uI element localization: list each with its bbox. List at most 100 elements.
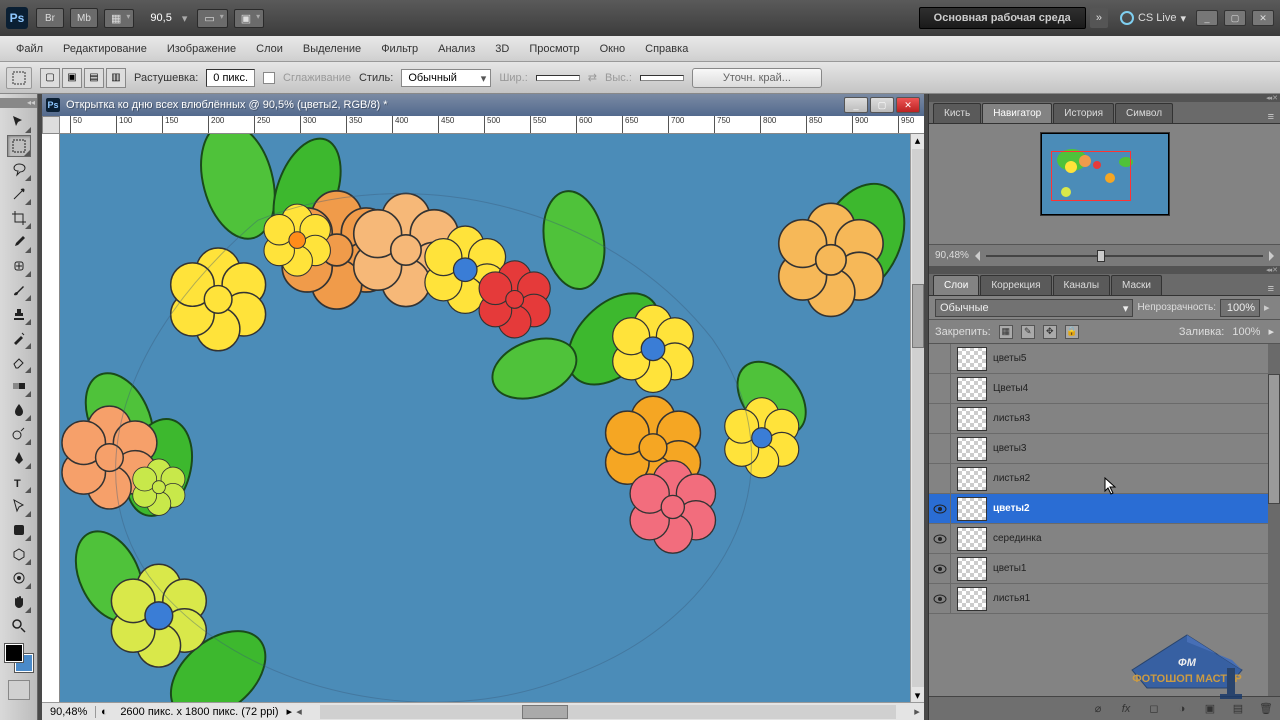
selection-subtract-icon[interactable]: ▤: [84, 68, 104, 88]
eraser-tool[interactable]: [7, 351, 31, 373]
menu-слои[interactable]: Слои: [246, 39, 293, 59]
layer-thumbnail[interactable]: [957, 467, 987, 491]
opacity-stepper-icon[interactable]: ▸: [1264, 301, 1274, 314]
layer-visibility-icon[interactable]: [929, 584, 951, 613]
style-select[interactable]: Обычный: [401, 69, 491, 87]
layer-thumbnail[interactable]: [957, 527, 987, 551]
pen-tool[interactable]: [7, 447, 31, 469]
scroll-left-icon[interactable]: ◂: [292, 705, 306, 718]
menu-файл[interactable]: Файл: [6, 39, 53, 59]
layer-row[interactable]: цветы5: [929, 344, 1280, 374]
maximize-button[interactable]: ▢: [1224, 10, 1246, 26]
fill-input[interactable]: 100%: [1232, 326, 1260, 338]
layer-row[interactable]: листья1: [929, 584, 1280, 614]
zoom-in-icon[interactable]: [1269, 251, 1274, 261]
active-tool-icon[interactable]: [6, 67, 32, 89]
3d-camera-tool[interactable]: [7, 567, 31, 589]
path-select-tool[interactable]: [7, 495, 31, 517]
refine-edge-button[interactable]: Уточн. край...: [692, 68, 822, 88]
layer-name[interactable]: цветы5: [993, 353, 1027, 364]
status-zoom[interactable]: 90,48%: [42, 706, 96, 718]
menu-редактирование[interactable]: Редактирование: [53, 39, 157, 59]
layer-row[interactable]: листья2: [929, 464, 1280, 494]
minimize-button[interactable]: _: [1196, 10, 1218, 26]
menu-анализ[interactable]: Анализ: [428, 39, 485, 59]
layer-thumbnail[interactable]: [957, 407, 987, 431]
tab-Кисть[interactable]: Кисть: [933, 103, 981, 123]
scroll-down-icon[interactable]: ▾: [915, 689, 921, 702]
zoom-dropdown-icon[interactable]: ▾: [182, 12, 188, 25]
lock-transparency-icon[interactable]: ▦: [999, 325, 1013, 339]
quickmask-button[interactable]: [8, 680, 30, 700]
menu-фильтр[interactable]: Фильтр: [371, 39, 428, 59]
dodge-tool[interactable]: [7, 423, 31, 445]
navigator-zoom-value[interactable]: 90,48%: [935, 250, 969, 261]
layer-row[interactable]: листья3: [929, 404, 1280, 434]
crop-tool[interactable]: [7, 207, 31, 229]
tab-История[interactable]: История: [1053, 103, 1114, 123]
layer-row[interactable]: Цветы4: [929, 374, 1280, 404]
doc-minimize-button[interactable]: _: [844, 97, 868, 113]
layer-thumbnail[interactable]: [957, 377, 987, 401]
doc-close-button[interactable]: ✕: [896, 97, 920, 113]
layer-name[interactable]: листья2: [993, 473, 1030, 484]
zoom-tool[interactable]: [7, 615, 31, 637]
color-swatches[interactable]: [5, 644, 33, 672]
layer-name[interactable]: Цветы4: [993, 383, 1028, 394]
marquee-tool[interactable]: [7, 135, 31, 157]
tab-Навигатор[interactable]: Навигатор: [982, 103, 1052, 123]
status-dimensions[interactable]: 2600 пикс. x 1800 пикс. (72 ppi): [112, 706, 286, 718]
workspace-button[interactable]: Основная рабочая среда: [919, 7, 1086, 29]
layer-visibility-icon[interactable]: [929, 344, 951, 373]
layer-name[interactable]: листья3: [993, 413, 1030, 424]
move-tool[interactable]: [7, 111, 31, 133]
layer-scroll-thumb[interactable]: [1268, 374, 1280, 504]
vertical-scrollbar[interactable]: ▴ ▾: [910, 134, 924, 702]
document-titlebar[interactable]: Ps Открытка ко дню всех влюблённых @ 90,…: [42, 94, 924, 116]
heal-tool[interactable]: [7, 255, 31, 277]
hand-tool[interactable]: [7, 591, 31, 613]
zoom-slider-track[interactable]: [986, 255, 1263, 257]
blur-tool[interactable]: [7, 399, 31, 421]
menu-изображение[interactable]: Изображение: [157, 39, 246, 59]
layer-thumbnail[interactable]: [957, 497, 987, 521]
foreground-color[interactable]: [5, 644, 23, 662]
scroll-up-icon[interactable]: ▴: [915, 134, 921, 147]
tab-Каналы[interactable]: Каналы: [1053, 275, 1111, 295]
doc-maximize-button[interactable]: ▢: [870, 97, 894, 113]
fill-stepper-icon[interactable]: ▸: [1268, 325, 1274, 338]
panel-collapse-icon[interactable]: ◂◂ ✕: [929, 94, 1280, 102]
link-layers-icon[interactable]: ⌀: [1090, 702, 1106, 716]
scroll-right-icon[interactable]: ▸: [910, 705, 924, 718]
lock-position-icon[interactable]: ✥: [1043, 325, 1057, 339]
status-info-icon[interactable]: ◐: [96, 706, 112, 718]
panel-menu-icon[interactable]: ≡: [1262, 283, 1280, 295]
tab-Слои[interactable]: Слои: [933, 275, 979, 295]
layer-row[interactable]: цветы3: [929, 434, 1280, 464]
menu-окно[interactable]: Окно: [590, 39, 636, 59]
zoom-slider-knob[interactable]: [1097, 250, 1105, 262]
layer-name[interactable]: серединка: [993, 533, 1042, 544]
screen-mode-select[interactable]: ▣: [234, 9, 264, 28]
bridge-button[interactable]: Br: [36, 8, 64, 28]
close-button[interactable]: ✕: [1252, 10, 1274, 26]
layer-visibility-icon[interactable]: [929, 464, 951, 493]
layer-visibility-icon[interactable]: [929, 494, 951, 523]
cslive-button[interactable]: CS Live ▾: [1120, 11, 1186, 25]
zoom-level[interactable]: 90,5: [150, 12, 171, 24]
layer-row[interactable]: цветы2: [929, 494, 1280, 524]
brush-tool[interactable]: [7, 279, 31, 301]
layer-thumbnail[interactable]: [957, 557, 987, 581]
layer-name[interactable]: листья1: [993, 593, 1030, 604]
tab-Символ[interactable]: Символ: [1115, 103, 1173, 123]
layer-row[interactable]: цветы1: [929, 554, 1280, 584]
menu-справка[interactable]: Справка: [635, 39, 698, 59]
menu-просмотр[interactable]: Просмотр: [519, 39, 589, 59]
blend-mode-select[interactable]: Обычные: [935, 299, 1133, 317]
tab-Коррекция[interactable]: Коррекция: [980, 275, 1051, 295]
layer-visibility-icon[interactable]: [929, 554, 951, 583]
layer-visibility-icon[interactable]: [929, 434, 951, 463]
layer-name[interactable]: цветы1: [993, 563, 1027, 574]
workspace-expand-icon[interactable]: »: [1090, 8, 1108, 28]
layer-name[interactable]: цветы2: [993, 503, 1030, 514]
